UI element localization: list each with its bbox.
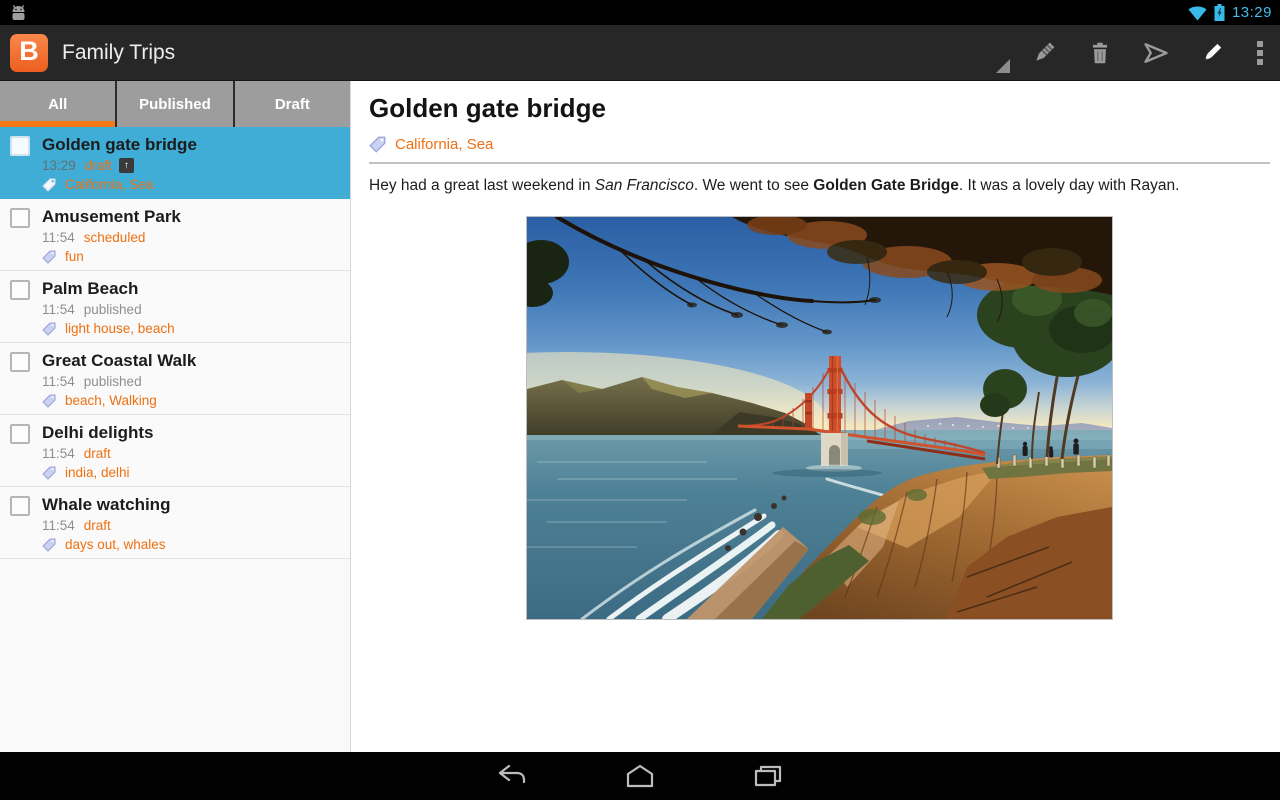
- home-icon: [625, 764, 655, 788]
- post-list-empty-area: [0, 559, 350, 752]
- post-checkbox[interactable]: [10, 496, 30, 516]
- post-title: Palm Beach: [42, 278, 175, 299]
- status-clock: 13:29: [1232, 4, 1272, 21]
- tag-icon: [42, 250, 56, 264]
- blogger-app-icon[interactable]: B: [10, 34, 48, 72]
- post-labels: California, Sea: [65, 176, 154, 193]
- delete-post-button[interactable]: [1072, 25, 1128, 81]
- post-status: scheduled: [84, 229, 146, 246]
- trash-icon: [1087, 40, 1113, 66]
- upload-pending-icon: ↑: [119, 158, 134, 173]
- post-detail-title: Golden gate bridge: [369, 93, 1270, 123]
- tag-icon: [42, 538, 56, 552]
- status-bar: 13:29: [0, 0, 1280, 25]
- post-list-item[interactable]: Palm Beach 11:54 published light house, …: [0, 271, 350, 343]
- back-button[interactable]: [484, 752, 540, 800]
- tag-icon: [42, 466, 56, 480]
- post-title: Golden gate bridge: [42, 134, 197, 155]
- post-list: Golden gate bridge 13:29 draft ↑ Califor…: [0, 127, 350, 559]
- blog-title: Family Trips: [62, 41, 175, 65]
- post-labels: light house, beach: [65, 320, 175, 337]
- post-list-item[interactable]: Amusement Park 11:54 scheduled fun: [0, 199, 350, 271]
- tablet-screen: 13:29 B Family Trips: [0, 0, 1280, 800]
- edit-pencil-icon: [1199, 40, 1225, 66]
- post-labels: fun: [65, 248, 84, 265]
- publish-post-button[interactable]: [1128, 25, 1184, 81]
- post-list-item[interactable]: Whale watching 11:54 draft days out, wha…: [0, 487, 350, 559]
- edit-post-button[interactable]: [1184, 25, 1240, 81]
- post-status: published: [84, 373, 142, 390]
- filter-tabs: All Published Draft: [0, 81, 350, 127]
- post-list-item[interactable]: Delhi delights 11:54 draft india, delhi: [0, 415, 350, 487]
- post-status: draft: [85, 157, 112, 174]
- post-status: draft: [84, 445, 111, 462]
- post-preview-panel: Golden gate bridge California, Sea Hey h…: [351, 81, 1280, 752]
- resize-corner-icon: [996, 59, 1010, 73]
- post-photo-golden-gate-bridge: [526, 216, 1113, 620]
- post-detail-body: Hey had a great last weekend in San Fran…: [369, 176, 1270, 196]
- compose-pencil-icon: [1031, 40, 1057, 66]
- post-status: published: [84, 301, 142, 318]
- post-time: 11:54: [42, 229, 75, 246]
- tab-draft[interactable]: Draft: [233, 81, 350, 127]
- post-checkbox[interactable]: [10, 424, 30, 444]
- post-time: 11:54: [42, 373, 75, 390]
- post-checkbox[interactable]: [10, 352, 30, 372]
- post-time: 11:54: [42, 301, 75, 318]
- tag-icon: [42, 394, 56, 408]
- post-time: 11:54: [42, 517, 75, 534]
- post-title: Delhi delights: [42, 422, 153, 443]
- post-detail-labels: California, Sea: [395, 136, 493, 153]
- tag-icon: [369, 136, 386, 153]
- tag-icon: [42, 322, 56, 336]
- navigation-bar: [0, 752, 1280, 800]
- post-status: draft: [84, 517, 111, 534]
- post-labels: days out, whales: [65, 536, 166, 553]
- post-checkbox[interactable]: [10, 208, 30, 228]
- post-labels: india, delhi: [65, 464, 130, 481]
- post-time: 11:54: [42, 445, 75, 462]
- post-time: 13:29: [42, 157, 76, 174]
- post-checkbox[interactable]: [10, 136, 30, 156]
- recents-icon: [753, 764, 783, 788]
- home-button[interactable]: [612, 752, 668, 800]
- post-checkbox[interactable]: [10, 280, 30, 300]
- back-icon: [496, 763, 528, 789]
- tag-icon: [42, 178, 56, 192]
- android-bugdroid-icon: [8, 3, 29, 22]
- battery-charging-icon: [1214, 4, 1225, 21]
- overflow-menu-button[interactable]: [1240, 25, 1280, 81]
- post-list-item[interactable]: Golden gate bridge 13:29 draft ↑ Califor…: [0, 127, 350, 199]
- new-post-button[interactable]: [1016, 25, 1072, 81]
- tab-published[interactable]: Published: [115, 81, 232, 127]
- post-list-panel: All Published Draft Golden gate bridge 1…: [0, 81, 351, 752]
- post-labels: beach, Walking: [65, 392, 157, 409]
- post-title: Whale watching: [42, 494, 170, 515]
- divider: [369, 162, 1270, 164]
- post-title: Great Coastal Walk: [42, 350, 196, 371]
- tab-all[interactable]: All: [0, 81, 115, 127]
- wifi-icon: [1188, 5, 1207, 21]
- recents-button[interactable]: [740, 752, 796, 800]
- send-icon: [1142, 39, 1170, 67]
- post-list-item[interactable]: Great Coastal Walk 11:54 published beach…: [0, 343, 350, 415]
- overflow-menu-icon: [1256, 39, 1264, 67]
- action-bar: B Family Trips: [0, 25, 1280, 81]
- post-detail-labels-row: California, Sea: [369, 136, 1270, 153]
- post-title: Amusement Park: [42, 206, 181, 227]
